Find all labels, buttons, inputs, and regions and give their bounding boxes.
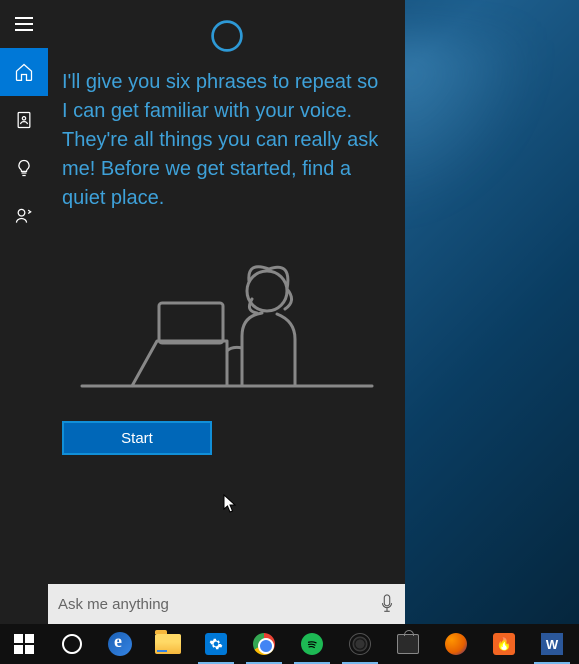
taskbar-curse-button[interactable] xyxy=(480,624,528,664)
cortana-ring-icon xyxy=(62,634,82,654)
hamburger-icon xyxy=(15,17,33,31)
taskbar-start-button[interactable] xyxy=(0,624,48,664)
feedback-icon xyxy=(14,206,34,226)
taskbar-word-button[interactable]: W xyxy=(528,624,576,664)
flame-icon xyxy=(493,633,515,655)
taskbar-store-button[interactable] xyxy=(384,624,432,664)
obs-icon xyxy=(349,633,371,655)
rail-tips-button[interactable] xyxy=(0,144,48,192)
instruction-text: I'll give you six phrases to repeat so I… xyxy=(48,68,405,213)
rail-feedback-button[interactable] xyxy=(0,192,48,240)
spotify-icon xyxy=(301,633,323,655)
gear-icon xyxy=(205,633,227,655)
cortana-left-rail xyxy=(0,0,48,624)
rail-home-button[interactable] xyxy=(0,48,48,96)
taskbar-obs-button[interactable] xyxy=(336,624,384,664)
lightbulb-icon xyxy=(14,158,34,178)
start-button[interactable]: Start xyxy=(62,421,212,455)
edge-icon xyxy=(108,632,132,656)
shopping-bag-icon xyxy=(397,634,419,654)
voice-training-illustration xyxy=(77,241,377,391)
home-icon xyxy=(14,62,34,82)
microphone-icon[interactable] xyxy=(379,594,395,614)
cortana-logo-icon xyxy=(209,18,245,54)
windows-logo-icon xyxy=(14,634,34,654)
search-input[interactable] xyxy=(58,596,379,613)
taskbar-settings-button[interactable] xyxy=(192,624,240,664)
firefox-icon xyxy=(445,633,467,655)
hamburger-menu-button[interactable] xyxy=(0,0,48,48)
rail-notebook-button[interactable] xyxy=(0,96,48,144)
cortana-panel: I'll give you six phrases to repeat so I… xyxy=(0,0,405,624)
cortana-main-area: I'll give you six phrases to repeat so I… xyxy=(48,0,405,624)
word-icon: W xyxy=(541,633,563,655)
folder-icon xyxy=(155,634,181,654)
taskbar-chrome-button[interactable] xyxy=(240,624,288,664)
taskbar-file-explorer-button[interactable] xyxy=(144,624,192,664)
search-box[interactable] xyxy=(48,584,405,624)
taskbar-firefox-button[interactable] xyxy=(432,624,480,664)
taskbar-spotify-button[interactable] xyxy=(288,624,336,664)
taskbar: W xyxy=(0,624,579,664)
mouse-cursor-icon xyxy=(223,494,237,514)
notebook-icon xyxy=(14,110,34,130)
chrome-icon xyxy=(253,633,275,655)
taskbar-cortana-button[interactable] xyxy=(48,624,96,664)
taskbar-edge-button[interactable] xyxy=(96,624,144,664)
